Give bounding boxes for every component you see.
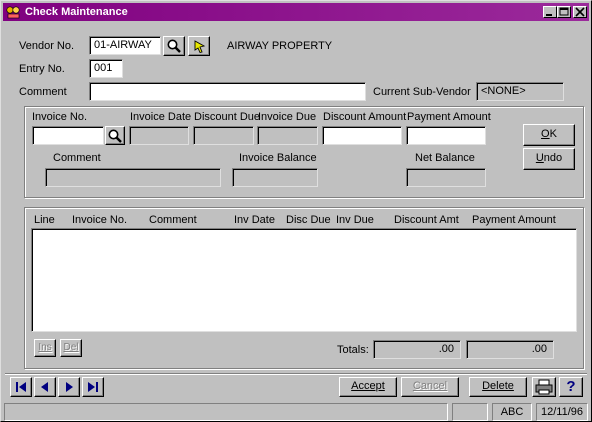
maximize-button[interactable] (557, 6, 571, 18)
cancel-button[interactable]: Cancel (401, 377, 459, 397)
first-record-button[interactable] (10, 377, 32, 397)
comment-label: Comment (19, 86, 67, 98)
net-balance-label: Net Balance (415, 152, 475, 164)
accept-label: Accept (351, 380, 385, 392)
vendor-no-input[interactable]: 01-AIRWAY (89, 36, 161, 55)
total-discount-field: .00 (373, 340, 461, 359)
current-sub-vendor-label: Current Sub-Vendor (373, 86, 471, 98)
total-payment-field: .00 (466, 340, 554, 359)
undo-mnemonic: U (535, 152, 544, 164)
ok-label-rest: K (549, 128, 557, 140)
previous-record-button[interactable] (34, 377, 56, 397)
last-record-icon (88, 382, 98, 392)
check-maintenance-window: Check Maintenance Vendor No. 01-AIRWAY A… (0, 0, 592, 422)
undo-button[interactable]: Undo (523, 148, 575, 170)
invoice-date-field (129, 126, 189, 145)
entry-no-input[interactable]: 001 (89, 59, 123, 78)
col-inv-date: Inv Date (234, 214, 275, 226)
discount-due-label: Discount Due (194, 111, 261, 123)
last-record-button[interactable] (82, 377, 104, 397)
invoice-no-input[interactable] (32, 126, 104, 145)
previous-record-icon (41, 382, 48, 392)
net-balance-field (406, 168, 486, 187)
col-payment-amount: Payment Amount (472, 214, 556, 226)
current-sub-vendor-field: <NONE> (476, 82, 564, 101)
vendor-no-label: Vendor No. (19, 40, 75, 52)
delete-button[interactable]: Delete (469, 377, 527, 397)
magnifier-icon (108, 129, 122, 143)
vendor-detail-button[interactable] (188, 36, 210, 56)
status-caps-panel (452, 403, 488, 421)
col-line: Line (34, 214, 55, 226)
printer-icon (535, 379, 553, 395)
first-record-icon (16, 382, 26, 392)
invoice-comment-field (45, 168, 221, 187)
delete-label: Delete (482, 380, 514, 392)
title-bar[interactable]: Check Maintenance (3, 3, 589, 21)
entry-no-label: Entry No. (19, 63, 65, 75)
pointer-arrow-icon (194, 40, 206, 54)
del-label: Del (63, 342, 79, 353)
status-mode-panel: ABC (492, 403, 532, 421)
window-title: Check Maintenance (25, 6, 128, 18)
invoice-no-label: Invoice No. (32, 111, 88, 123)
invoice-date-label: Invoice Date (130, 111, 192, 123)
ok-button[interactable]: OK (523, 124, 575, 146)
vendor-name: AIRWAY PROPERTY (227, 40, 333, 52)
comment-input[interactable] (89, 82, 366, 101)
invoice-due-field (257, 126, 318, 145)
ok-mnemonic: O (541, 128, 550, 140)
maximize-icon (559, 7, 569, 16)
invoice-lines-list[interactable] (31, 228, 577, 332)
payment-amount-label: Payment Amount (407, 111, 491, 123)
toolbar-separator (5, 373, 587, 375)
invoice-due-label: Invoice Due (258, 111, 317, 123)
ins-label: Ins (38, 342, 52, 353)
payment-amount-input[interactable] (406, 126, 486, 145)
col-comment: Comment (149, 214, 197, 226)
app-icon (6, 6, 20, 19)
vendor-lookup-button[interactable] (163, 36, 185, 56)
invoice-comment-label: Comment (53, 152, 101, 164)
discount-amount-label: Discount Amount (323, 111, 407, 123)
col-disc-due: Disc Due (286, 214, 331, 226)
next-record-icon (66, 382, 73, 392)
invoice-balance-field (232, 168, 318, 187)
close-icon (575, 7, 585, 17)
col-discount-amt: Discount Amt (394, 214, 459, 226)
delete-line-button[interactable]: Del (60, 339, 82, 357)
next-record-button[interactable] (58, 377, 80, 397)
magnifier-icon (167, 39, 181, 53)
cancel-label: Cancel (412, 380, 448, 392)
help-button[interactable]: ? (559, 377, 583, 397)
discount-amount-input[interactable] (322, 126, 402, 145)
invoice-balance-label: Invoice Balance (239, 152, 317, 164)
invoice-lookup-button[interactable] (105, 126, 125, 145)
status-date-panel: 12/11/96 (536, 403, 588, 421)
accept-button[interactable]: Accept (339, 377, 397, 397)
col-invoice-no: Invoice No. (72, 214, 128, 226)
close-button[interactable] (573, 6, 587, 18)
minimize-icon (546, 14, 552, 16)
print-button[interactable] (532, 377, 556, 397)
minimize-button[interactable] (543, 6, 557, 18)
col-inv-due: Inv Due (336, 214, 374, 226)
undo-label-rest: ndo (543, 152, 563, 164)
insert-line-button[interactable]: Ins (34, 339, 56, 357)
help-icon: ? (566, 378, 576, 395)
discount-due-field (193, 126, 254, 145)
totals-label: Totals: (337, 344, 369, 356)
status-message-panel (4, 403, 448, 421)
